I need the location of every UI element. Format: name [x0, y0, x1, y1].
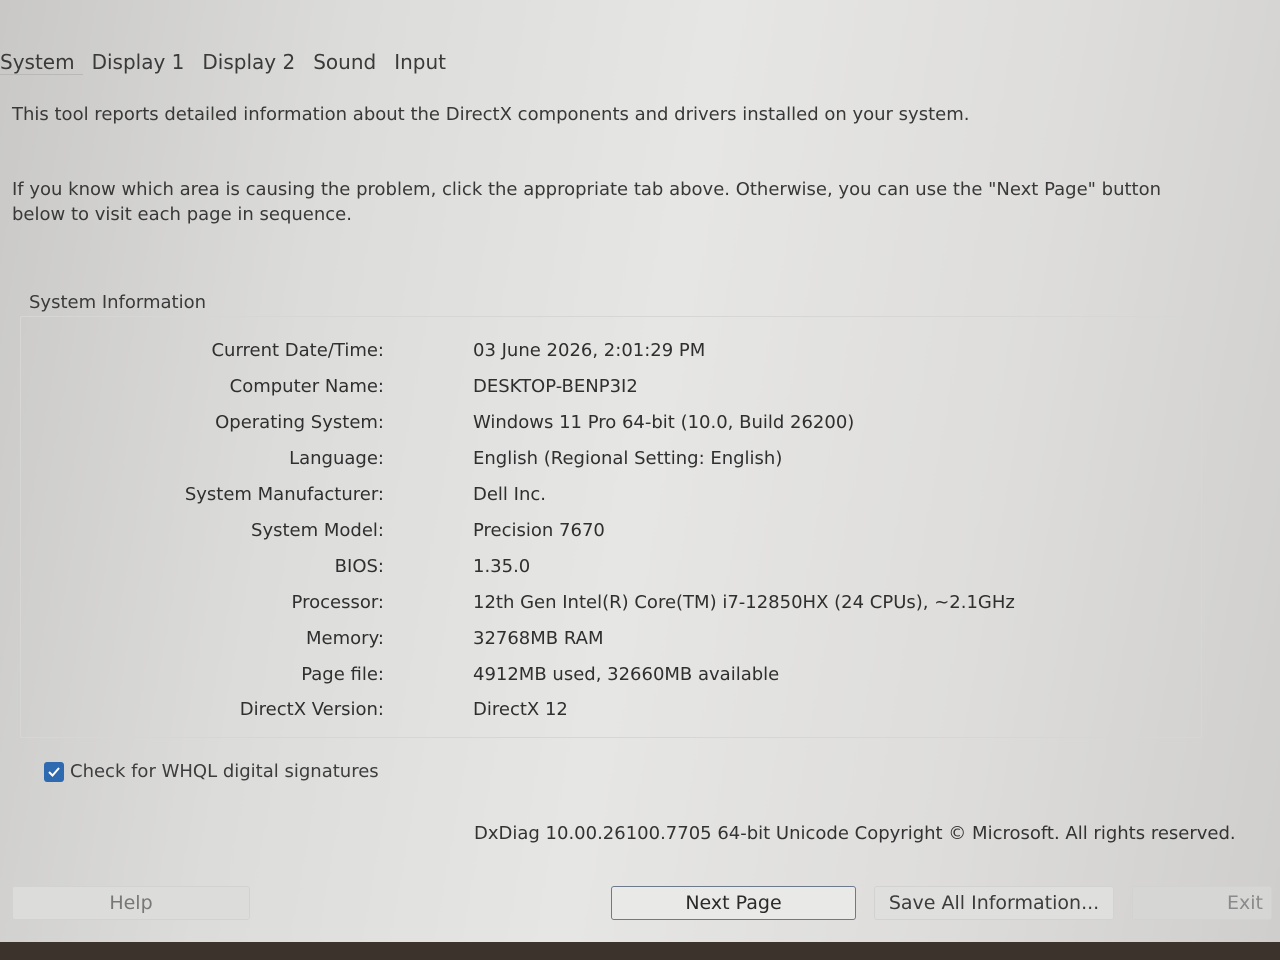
info-value: 32768MB RAM: [473, 628, 604, 649]
checkmark-icon: [48, 766, 60, 777]
info-row-computer-name: Computer Name: DESKTOP-BENP3I2: [0, 376, 1200, 406]
exit-button[interactable]: Exit: [1132, 886, 1272, 920]
help-button[interactable]: Help: [12, 886, 250, 920]
info-value: 03 June 2026, 2:01:29 PM: [473, 340, 706, 361]
info-label: DirectX Version:: [239, 699, 384, 720]
info-row-operating-system: Operating System: Windows 11 Pro 64-bit …: [0, 412, 1200, 442]
info-row-directx-version: DirectX Version: DirectX 12: [0, 699, 1200, 729]
intro-instructions: If you know which area is causing the pr…: [12, 179, 1162, 225]
info-label: System Model:: [251, 520, 384, 541]
tab-sound[interactable]: Sound: [304, 50, 385, 74]
whql-check-row: Check for WHQL digital signatures: [44, 761, 379, 782]
dxdiag-window: System Display 1 Display 2 Sound Input T…: [0, 0, 1280, 942]
save-all-information-button[interactable]: Save All Information...: [874, 886, 1114, 920]
tab-bar: System Display 1 Display 2 Sound Input: [0, 44, 455, 80]
info-value: 12th Gen Intel(R) Core(TM) i7-12850HX (2…: [473, 592, 1015, 613]
info-row-page-file: Page file: 4912MB used, 32660MB availabl…: [0, 664, 1200, 694]
info-value: DirectX 12: [473, 699, 568, 720]
intro-description: This tool reports detailed information a…: [12, 104, 970, 125]
tab-display-1[interactable]: Display 1: [83, 50, 194, 74]
info-row-processor: Processor: 12th Gen Intel(R) Core(TM) i7…: [0, 592, 1200, 622]
tab-input[interactable]: Input: [385, 50, 455, 74]
info-label: Processor:: [291, 592, 384, 613]
info-label: Computer Name:: [229, 376, 384, 397]
next-page-button[interactable]: Next Page: [611, 886, 856, 920]
info-label: Current Date/Time:: [211, 340, 384, 361]
info-value: 1.35.0: [473, 556, 531, 577]
system-information-title: System Information: [29, 292, 207, 313]
tab-display-2[interactable]: Display 2: [193, 50, 304, 74]
whql-checkbox[interactable]: [44, 761, 64, 782]
info-value: DESKTOP-BENP3I2: [473, 376, 638, 397]
info-label: Memory:: [306, 628, 384, 649]
info-label: BIOS:: [334, 556, 384, 577]
info-value: Dell Inc.: [473, 484, 546, 505]
tab-system[interactable]: System: [0, 50, 83, 75]
info-value: English (Regional Setting: English): [473, 448, 783, 469]
whql-label[interactable]: Check for WHQL digital signatures: [70, 761, 379, 782]
info-row-date-time: Current Date/Time: 03 June 2026, 2:01:29…: [0, 340, 1200, 370]
info-label: Operating System:: [215, 412, 384, 433]
info-value: 4912MB used, 32660MB available: [473, 664, 780, 685]
version-copyright-text: DxDiag 10.00.26100.7705 64-bit Unicode C…: [474, 823, 1236, 844]
info-label: Language:: [289, 448, 384, 469]
info-row-system-model: System Model: Precision 7670: [0, 520, 1200, 550]
info-label: Page file:: [301, 664, 384, 685]
info-row-language: Language: English (Regional Setting: Eng…: [0, 448, 1200, 478]
info-row-memory: Memory: 32768MB RAM: [0, 628, 1200, 658]
info-row-bios: BIOS: 1.35.0: [0, 556, 1200, 586]
background-strip: [0, 942, 1280, 960]
info-row-system-manufacturer: System Manufacturer: Dell Inc.: [0, 484, 1200, 514]
info-value: Precision 7670: [473, 520, 605, 541]
info-value: Windows 11 Pro 64-bit (10.0, Build 26200…: [473, 412, 855, 433]
info-label: System Manufacturer:: [184, 484, 384, 505]
